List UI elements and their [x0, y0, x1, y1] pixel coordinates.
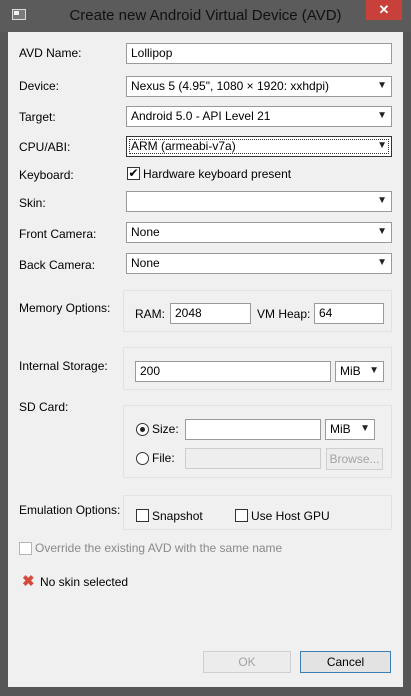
internal-storage-unit-value: MiB: [340, 364, 361, 378]
back-camera-label: Back Camera:: [19, 258, 96, 272]
ram-label: RAM:: [135, 307, 165, 321]
skin-label: Skin:: [19, 196, 46, 210]
hardware-keyboard-checkbox[interactable]: ✔: [127, 167, 140, 180]
skin-select[interactable]: ▼: [126, 191, 392, 212]
back-camera-select-value: None: [131, 256, 160, 270]
status-message: No skin selected: [40, 575, 129, 589]
chevron-down-icon: ▼: [377, 195, 387, 206]
vm-heap-input[interactable]: 64: [314, 303, 384, 324]
ram-input[interactable]: 2048: [170, 303, 251, 324]
internal-storage-group: 200 MiB ▼: [123, 347, 392, 390]
sd-file-radio[interactable]: [136, 452, 149, 465]
browse-button[interactable]: Browse...: [326, 448, 383, 470]
sd-size-radio[interactable]: [136, 423, 149, 436]
sd-size-unit-select[interactable]: MiB ▼: [325, 419, 375, 440]
ok-button[interactable]: OK: [203, 651, 291, 673]
snapshot-checkbox[interactable]: [136, 509, 149, 522]
device-select-value: Nexus 5 (4.95", 1080 × 1920: xxhdpi): [131, 79, 330, 93]
internal-storage-unit-select[interactable]: MiB ▼: [335, 361, 384, 382]
avd-name-label: AVD Name:: [19, 46, 82, 60]
emulation-options-group: Snapshot Use Host GPU: [123, 495, 392, 530]
chevron-down-icon: ▼: [360, 423, 370, 434]
sd-size-label: Size:: [152, 422, 179, 436]
title-bar[interactable]: Create new Android Virtual Device (AVD) …: [0, 0, 411, 32]
target-label: Target:: [19, 110, 56, 124]
override-avd-label: Override the existing AVD with the same …: [35, 541, 283, 555]
close-button[interactable]: ✕: [366, 0, 402, 20]
internal-storage-input[interactable]: 200: [135, 361, 331, 382]
hardware-keyboard-label: Hardware keyboard present: [143, 167, 292, 181]
memory-options-label: Memory Options:: [19, 301, 111, 315]
use-host-gpu-label: Use Host GPU: [251, 509, 330, 523]
use-host-gpu-checkbox[interactable]: [235, 509, 248, 522]
sd-file-input[interactable]: [185, 448, 321, 469]
dialog-content: AVD Name: Lollipop Device: Nexus 5 (4.95…: [8, 32, 403, 687]
cpu-abi-select-value: ARM (armeabi-v7a): [131, 139, 236, 153]
chevron-down-icon: ▼: [377, 257, 387, 268]
front-camera-select[interactable]: None ▼: [126, 222, 392, 243]
keyboard-label: Keyboard:: [19, 168, 74, 182]
device-select[interactable]: Nexus 5 (4.95", 1080 × 1920: xxhdpi) ▼: [126, 76, 392, 97]
avd-dialog-window: Create new Android Virtual Device (AVD) …: [0, 0, 411, 696]
avd-name-input[interactable]: Lollipop: [126, 43, 392, 64]
sd-card-group: Size: MiB ▼ File: Browse...: [123, 405, 392, 478]
override-avd-checkbox[interactable]: [19, 542, 32, 555]
chevron-down-icon: ▼: [377, 110, 387, 121]
sd-card-label: SD Card:: [19, 400, 69, 414]
chevron-down-icon: ▼: [377, 140, 387, 151]
chevron-down-icon: ▼: [377, 226, 387, 237]
window-title: Create new Android Virtual Device (AVD): [69, 7, 342, 24]
chevron-down-icon: ▼: [369, 365, 379, 376]
internal-storage-label: Internal Storage:: [19, 359, 108, 373]
vm-heap-label: VM Heap:: [257, 307, 311, 321]
error-x-icon: ✖: [22, 573, 35, 590]
front-camera-select-value: None: [131, 225, 160, 239]
sd-size-unit-value: MiB: [330, 422, 351, 436]
cpu-abi-select[interactable]: ARM (armeabi-v7a) ▼: [126, 136, 392, 157]
memory-options-group: RAM: 2048 VM Heap: 64: [123, 290, 392, 332]
target-select[interactable]: Android 5.0 - API Level 21 ▼: [126, 106, 392, 127]
chevron-down-icon: ▼: [377, 80, 387, 91]
snapshot-label: Snapshot: [152, 509, 203, 523]
target-select-value: Android 5.0 - API Level 21: [131, 109, 271, 123]
sd-size-input[interactable]: [185, 419, 321, 440]
cpu-abi-label: CPU/ABI:: [19, 140, 71, 154]
emulation-options-label: Emulation Options:: [19, 503, 121, 517]
cancel-button[interactable]: Cancel: [300, 651, 391, 673]
sd-file-label: File:: [152, 451, 175, 465]
back-camera-select[interactable]: None ▼: [126, 253, 392, 274]
front-camera-label: Front Camera:: [19, 227, 97, 241]
device-label: Device:: [19, 79, 60, 93]
